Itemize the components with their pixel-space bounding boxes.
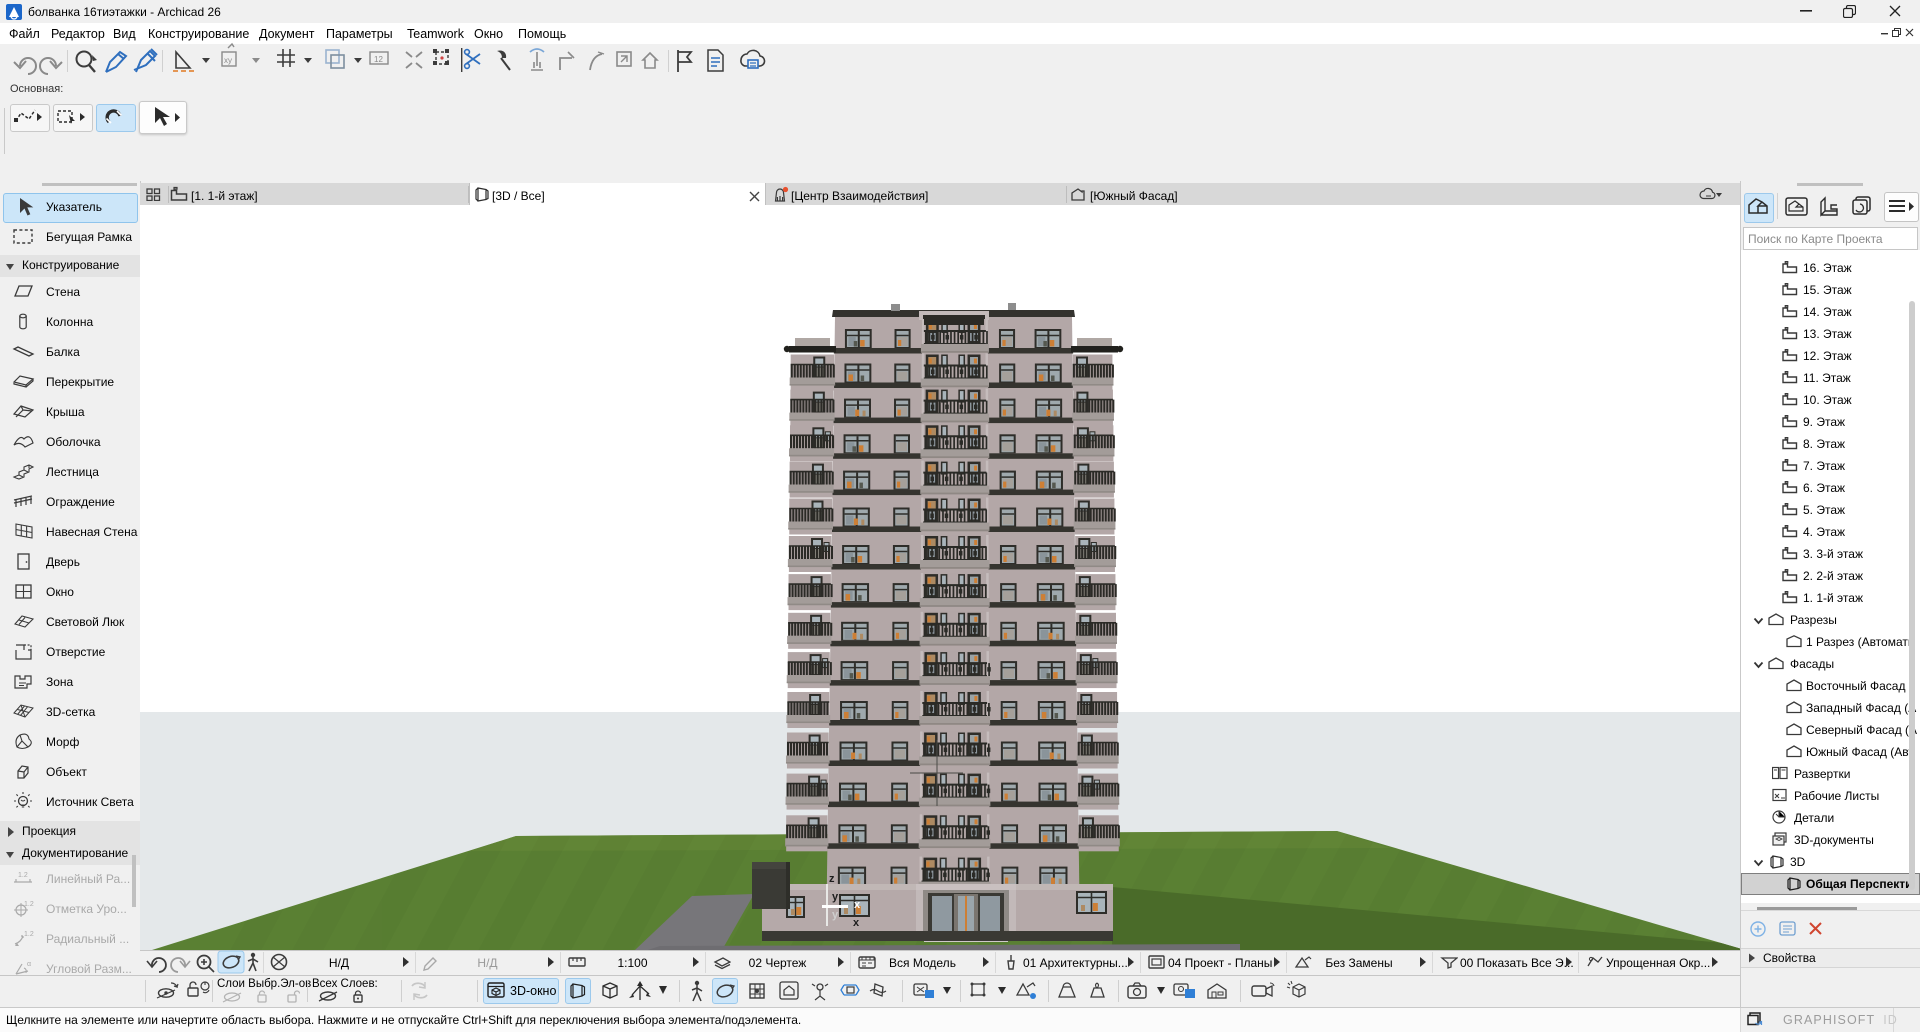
svg-text:x: x (854, 899, 861, 911)
svg-text:1.2: 1.2 (24, 931, 34, 938)
svg-text:1.2: 1.2 (18, 872, 28, 879)
svg-text:α: α (27, 961, 31, 968)
svg-text:1.2: 1.2 (24, 901, 34, 908)
svg-text:x: x (853, 917, 860, 929)
svg-text:12: 12 (374, 55, 383, 64)
svg-text:y: y (832, 909, 839, 921)
svg-text:z: z (829, 873, 835, 885)
svg-text:y: y (832, 891, 839, 903)
svg-text:xy: xy (224, 56, 232, 65)
